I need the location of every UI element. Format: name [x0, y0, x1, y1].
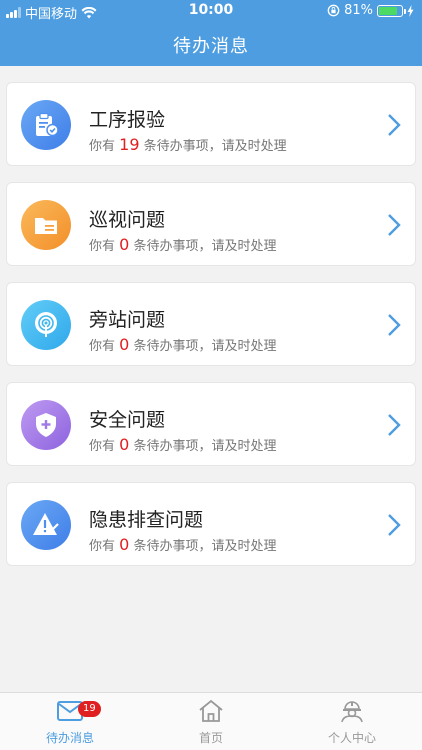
item-subtitle: 你有 0 条待办事项，请及时处理: [89, 435, 277, 454]
item-subtitle: 你有 0 条待办事项，请及时处理: [89, 235, 277, 254]
item-subtitle: 你有 19 条待办事项，请及时处理: [89, 135, 287, 154]
warning-icon: [33, 513, 59, 535]
item-title: 旁站问题: [89, 309, 166, 331]
shield-icon: [36, 413, 56, 437]
battery-icon: [377, 4, 406, 17]
chevron-right-icon: [388, 414, 401, 436]
status-right: 81%: [327, 3, 414, 18]
icon-circle: [21, 400, 71, 450]
item-title: 隐患排查问题: [89, 509, 204, 531]
chevron-right-icon: [388, 314, 401, 336]
chevron-right-icon: [388, 114, 401, 136]
unread-badge: 19: [78, 701, 101, 717]
battery-percent: 81%: [344, 3, 373, 18]
header: 中国移动 10:00 81% 待办消息: [0, 0, 422, 66]
clipboard-icon: [36, 112, 59, 137]
icon-circle: [21, 100, 71, 150]
worker-icon: [341, 701, 363, 723]
item-count: 19: [119, 135, 140, 154]
tab-label: 首页: [198, 731, 223, 745]
item-count: 0: [119, 335, 130, 354]
todo-list: 工序报验 你有 19 条待办事项，请及时处理 巡视问题 你有 0 条待办事项，请…: [6, 82, 416, 582]
item-title: 安全问题: [89, 409, 166, 431]
tab-bar: 19 待办消息 首页 个人中心: [0, 692, 422, 750]
icon-circle: [21, 500, 71, 550]
charging-icon: [407, 4, 414, 17]
item-count: 0: [119, 535, 130, 554]
home-icon: [199, 699, 223, 722]
tab-profile[interactable]: 个人中心: [282, 699, 422, 746]
page-title: 待办消息: [173, 36, 249, 57]
tab-todo[interactable]: 19 待办消息: [0, 699, 140, 746]
folder-icon: [35, 218, 57, 234]
chevron-right-icon: [388, 214, 401, 236]
tab-label: 个人中心: [327, 731, 376, 745]
item-subtitle: 你有 0 条待办事项，请及时处理: [89, 335, 277, 354]
item-title: 巡视问题: [89, 209, 166, 231]
icon-circle: [21, 300, 71, 350]
broadcast-icon: [35, 312, 57, 337]
todo-item-patrol[interactable]: 巡视问题 你有 0 条待办事项，请及时处理: [6, 182, 416, 266]
todo-item-safety[interactable]: 安全问题 你有 0 条待办事项，请及时处理: [6, 382, 416, 466]
chevron-right-icon: [388, 514, 401, 536]
tab-home[interactable]: 首页: [141, 699, 281, 746]
item-count: 0: [119, 435, 130, 454]
item-subtitle: 你有 0 条待办事项，请及时处理: [89, 535, 277, 554]
todo-item-hazard[interactable]: 隐患排查问题 你有 0 条待办事项，请及时处理: [6, 482, 416, 566]
item-count: 0: [119, 235, 130, 254]
status-bar: 中国移动 10:00 81%: [0, 0, 422, 22]
todo-item-inspection[interactable]: 工序报验 你有 19 条待办事项，请及时处理: [6, 82, 416, 166]
orientation-lock-icon: [327, 4, 340, 17]
todo-item-onsite[interactable]: 旁站问题 你有 0 条待办事项，请及时处理: [6, 282, 416, 366]
tab-label: 待办消息: [45, 731, 94, 745]
item-title: 工序报验: [89, 109, 166, 131]
icon-circle: [21, 200, 71, 250]
